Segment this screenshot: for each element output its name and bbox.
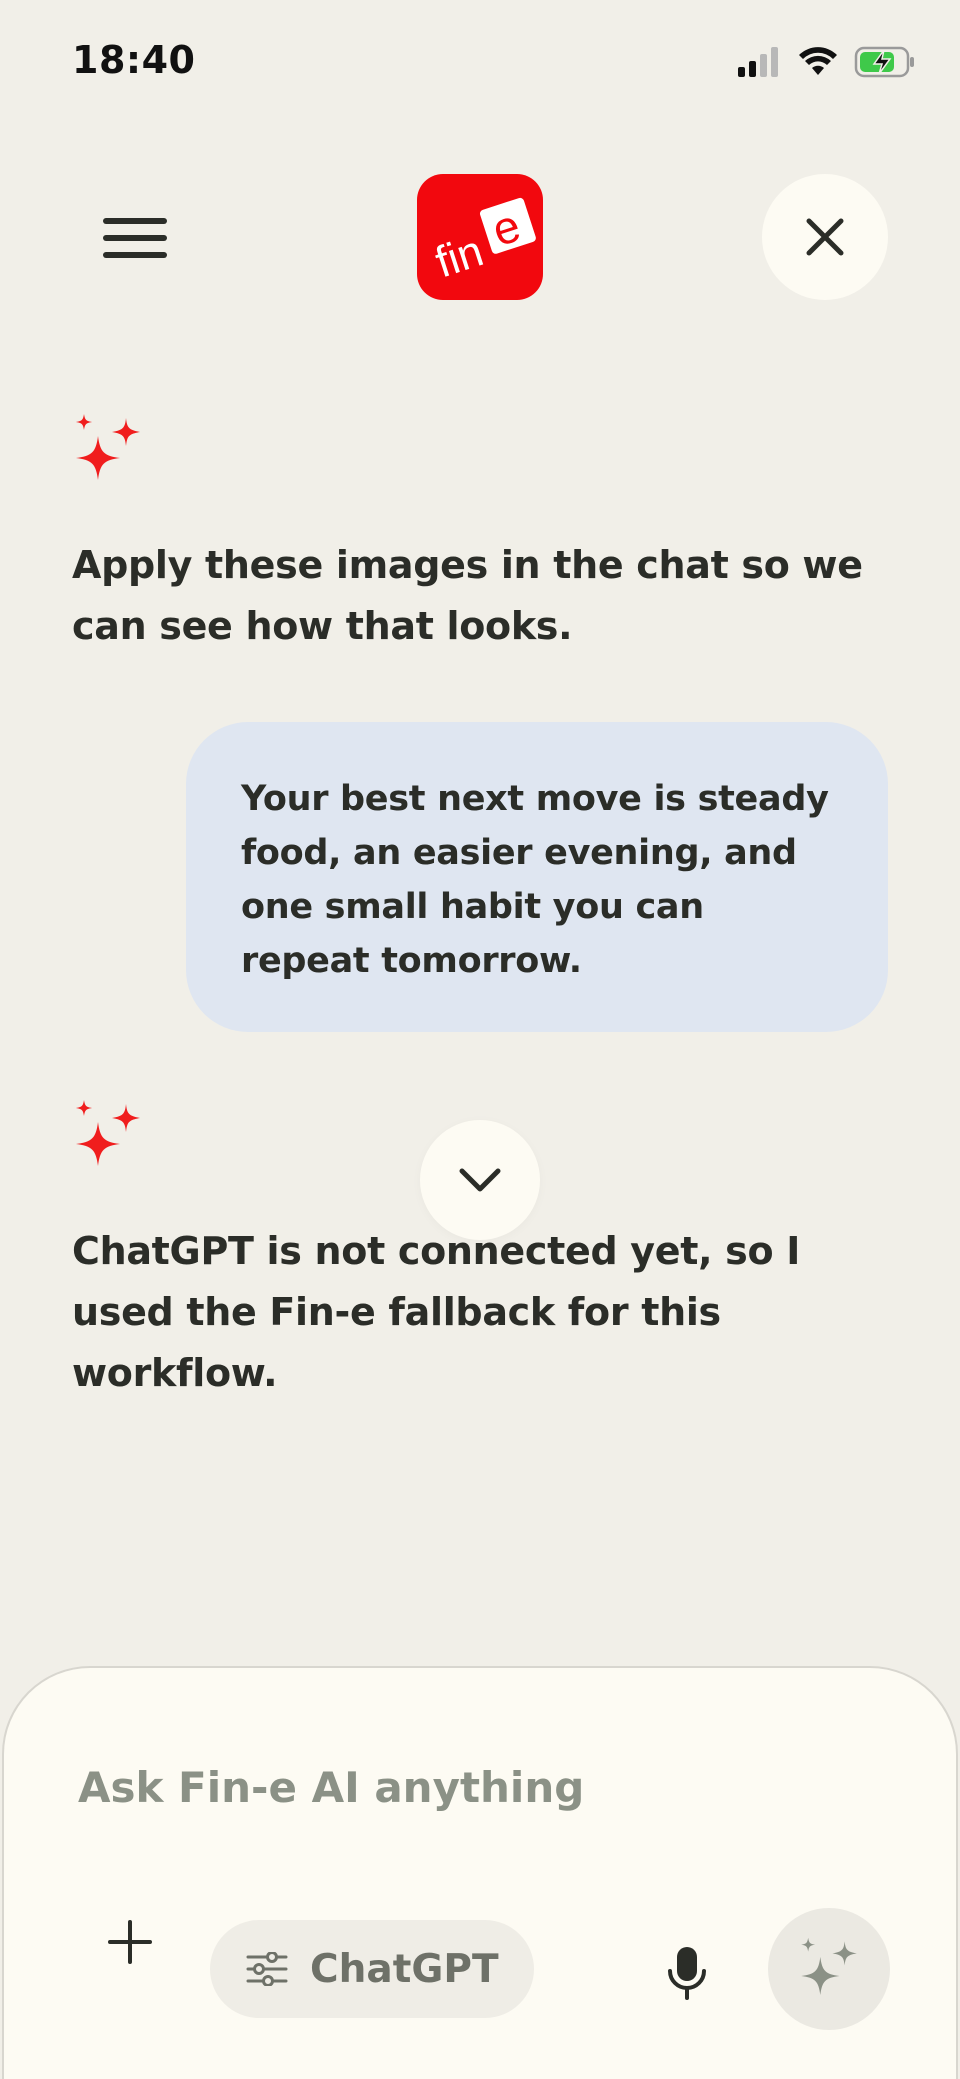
status-time: 18:40	[72, 38, 196, 82]
send-button[interactable]	[768, 1908, 890, 2030]
battery-charging-icon	[854, 46, 914, 78]
composer: ChatGPT	[2, 1666, 958, 2079]
logo-text-fin: fin	[430, 226, 489, 287]
sparkle-icon	[801, 1937, 857, 1996]
sliders-icon	[246, 1952, 288, 1986]
close-icon	[806, 218, 844, 256]
scroll-down-button[interactable]	[420, 1120, 540, 1240]
microphone-icon	[668, 1947, 706, 2000]
sparkle-icon	[76, 1100, 140, 1166]
user-message-bubble: Your best next move is steady food, an e…	[186, 722, 888, 1032]
user-message: Your best next move is steady food, an e…	[241, 779, 829, 981]
microphone-button[interactable]	[652, 1938, 722, 2008]
model-selector-label: ChatGPT	[310, 1946, 499, 1992]
fin-e-logo: fin e	[417, 174, 543, 300]
add-button[interactable]	[94, 1906, 166, 1978]
assistant-message: Apply these images in the chat so we can…	[72, 543, 863, 648]
message-input[interactable]	[78, 1752, 878, 1822]
plus-icon	[108, 1920, 152, 1964]
sparkle-icon	[76, 414, 140, 480]
status-icons	[738, 44, 916, 80]
menu-button[interactable]	[95, 198, 175, 278]
cellular-signal-icon	[738, 47, 778, 77]
close-button[interactable]	[762, 174, 888, 300]
chevron-down-icon	[459, 1168, 501, 1192]
model-selector-button[interactable]: ChatGPT	[210, 1920, 534, 2018]
hamburger-icon	[103, 218, 167, 258]
assistant-message: ChatGPT is not connected yet, so I used …	[72, 1229, 801, 1395]
status-bar: 18:40	[0, 0, 960, 120]
wifi-icon	[799, 47, 837, 75]
